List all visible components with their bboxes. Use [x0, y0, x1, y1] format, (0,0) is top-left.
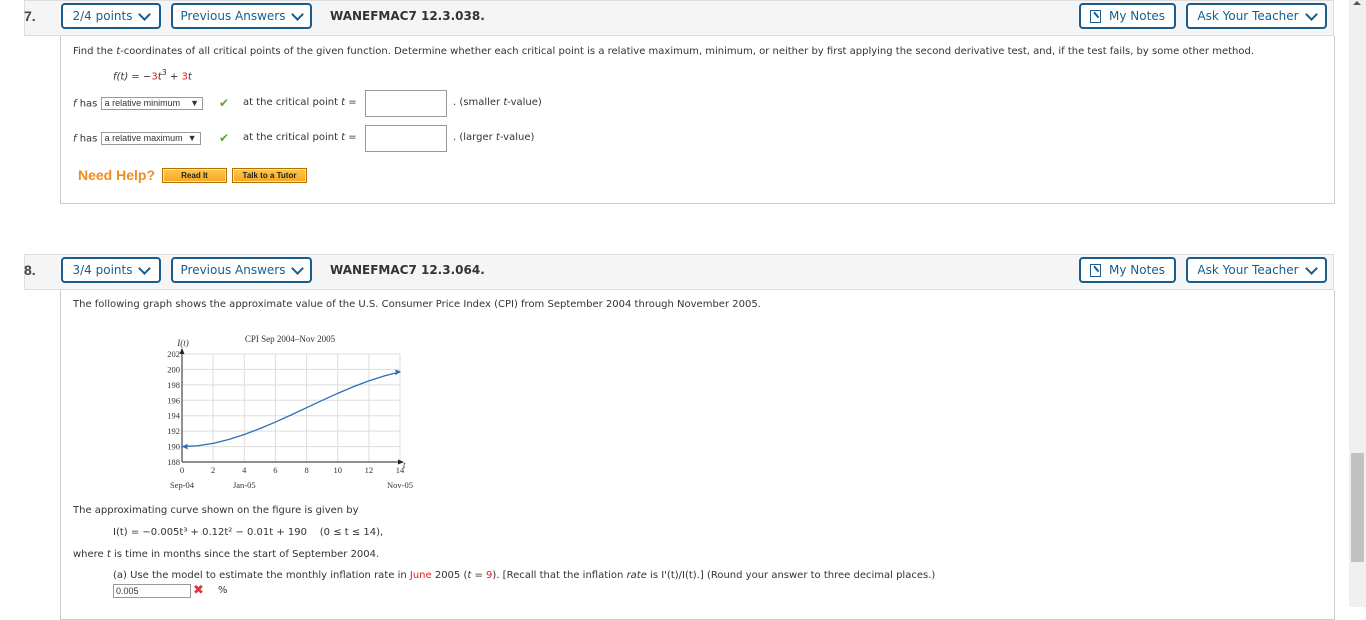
chevron-down-icon: [139, 8, 152, 21]
q7-function: f(t) = −3t3 + 3t: [113, 68, 192, 82]
talk-to-tutor-button[interactable]: Talk to a Tutor: [232, 168, 307, 183]
y-tick-label: 200: [167, 364, 180, 374]
incorrect-x-icon: ✖: [193, 583, 204, 598]
q7-my-notes-button[interactable]: My Notes: [1079, 3, 1176, 29]
q7-row-1-at: at the critical point t =: [243, 97, 357, 108]
critical-point-input-2[interactable]: [365, 125, 447, 152]
q8-formula: I(t) = −0.005t³ + 0.12t² − 0.01t + 190 (…: [113, 527, 383, 538]
chart-grid: [182, 354, 400, 462]
q8-intro: The following graph shows the approximat…: [73, 299, 761, 310]
q7-previous-answers-button[interactable]: Previous Answers: [171, 3, 312, 29]
q8-number: 8.: [24, 262, 36, 278]
cpi-curve: [182, 372, 400, 447]
check-icon: ✔: [219, 131, 229, 145]
x-tick-label: 8: [304, 465, 308, 475]
y-tick-label: 196: [167, 395, 180, 405]
q7-row-1: f has a relative minimum ▼: [73, 97, 203, 110]
q7-row-2-suffix: . (larger t-value): [453, 132, 534, 143]
read-it-button[interactable]: Read It: [162, 168, 227, 183]
q7-prompt: Find the t-coordinates of all critical p…: [73, 46, 1254, 57]
need-help-label: Need Help?: [78, 167, 155, 183]
q8-ask-teacher-button[interactable]: Ask Your Teacher: [1186, 257, 1327, 283]
q7-code: WANEFMAC7 12.3.038.: [330, 9, 485, 23]
x-tick-label: 10: [333, 465, 342, 475]
check-icon: ✔: [219, 96, 229, 110]
q7-row-1-suffix: . (smaller t-value): [453, 97, 542, 108]
scroll-up-arrow-icon[interactable]: [1353, 1, 1361, 5]
my-notes-label: My Notes: [1109, 9, 1165, 23]
scrollbar-thumb[interactable]: [1351, 453, 1364, 562]
date-label: Jan-05: [233, 480, 256, 490]
q7-ask-teacher-button[interactable]: Ask Your Teacher: [1186, 3, 1327, 29]
y-tick-label: 190: [167, 442, 180, 452]
date-label: Nov-05: [387, 480, 413, 490]
previous-answers-label: Previous Answers: [181, 9, 286, 23]
x-tick-label: 4: [242, 465, 247, 475]
previous-answers-label: Previous Answers: [181, 263, 286, 277]
inflation-rate-input[interactable]: 0.005: [113, 584, 191, 598]
y-tick-label: 192: [167, 426, 180, 436]
extremum-select-2[interactable]: a relative maximum ▼: [101, 132, 201, 145]
chevron-down-icon: [139, 262, 152, 275]
q7-row-2-at: at the critical point t =: [243, 132, 357, 143]
chevron-down-icon: [292, 262, 305, 275]
ask-teacher-label: Ask Your Teacher: [1197, 9, 1298, 23]
note-icon: [1090, 10, 1101, 23]
x-tick-label: 0: [180, 465, 184, 475]
y-tick-label: 202: [167, 349, 180, 359]
x-tick-label: 2: [211, 465, 215, 475]
q8-where: where t is time in months since the star…: [73, 549, 379, 560]
y-tick-label: 188: [167, 457, 180, 467]
q8-previous-answers-button[interactable]: Previous Answers: [171, 257, 312, 283]
chevron-down-icon: [1305, 262, 1318, 275]
percent-unit: %: [218, 585, 228, 596]
x-tick-label: 12: [365, 465, 374, 475]
q7-row-2: f has a relative maximum ▼: [73, 132, 201, 145]
extremum-select-1[interactable]: a relative minimum ▼: [101, 97, 203, 110]
chart-title: CPI Sep 2004–Nov 2005: [245, 334, 336, 344]
cpi-chart: 02468101214188190192194196198200202Sep-0…: [150, 328, 440, 498]
chevron-down-icon: [292, 8, 305, 21]
q8-curve-intro: The approximating curve shown on the fig…: [73, 505, 359, 516]
q8-part-a-prompt: (a) Use the model to estimate the monthl…: [113, 570, 935, 581]
q8-my-notes-button[interactable]: My Notes: [1079, 257, 1176, 283]
note-icon: [1090, 264, 1101, 277]
chart-xlabel: t: [403, 460, 406, 470]
q8-points-button[interactable]: 3/4 points: [61, 257, 161, 283]
date-label: Sep-04: [170, 480, 195, 490]
ask-teacher-label: Ask Your Teacher: [1197, 263, 1298, 277]
chart-ylabel: I(t): [176, 338, 189, 348]
points-label: 2/4 points: [73, 9, 133, 23]
critical-point-input-1[interactable]: [365, 90, 447, 117]
my-notes-label: My Notes: [1109, 263, 1165, 277]
chevron-down-icon: [1305, 8, 1318, 21]
y-tick-label: 198: [167, 380, 180, 390]
x-tick-label: 6: [273, 465, 277, 475]
q8-code: WANEFMAC7 12.3.064.: [330, 263, 485, 277]
y-tick-label: 194: [167, 411, 181, 421]
points-label: 3/4 points: [73, 263, 133, 277]
q7-points-button[interactable]: 2/4 points: [61, 3, 161, 29]
q7-number: 7.: [24, 8, 36, 24]
y-axis-arrow-icon: [180, 348, 185, 354]
